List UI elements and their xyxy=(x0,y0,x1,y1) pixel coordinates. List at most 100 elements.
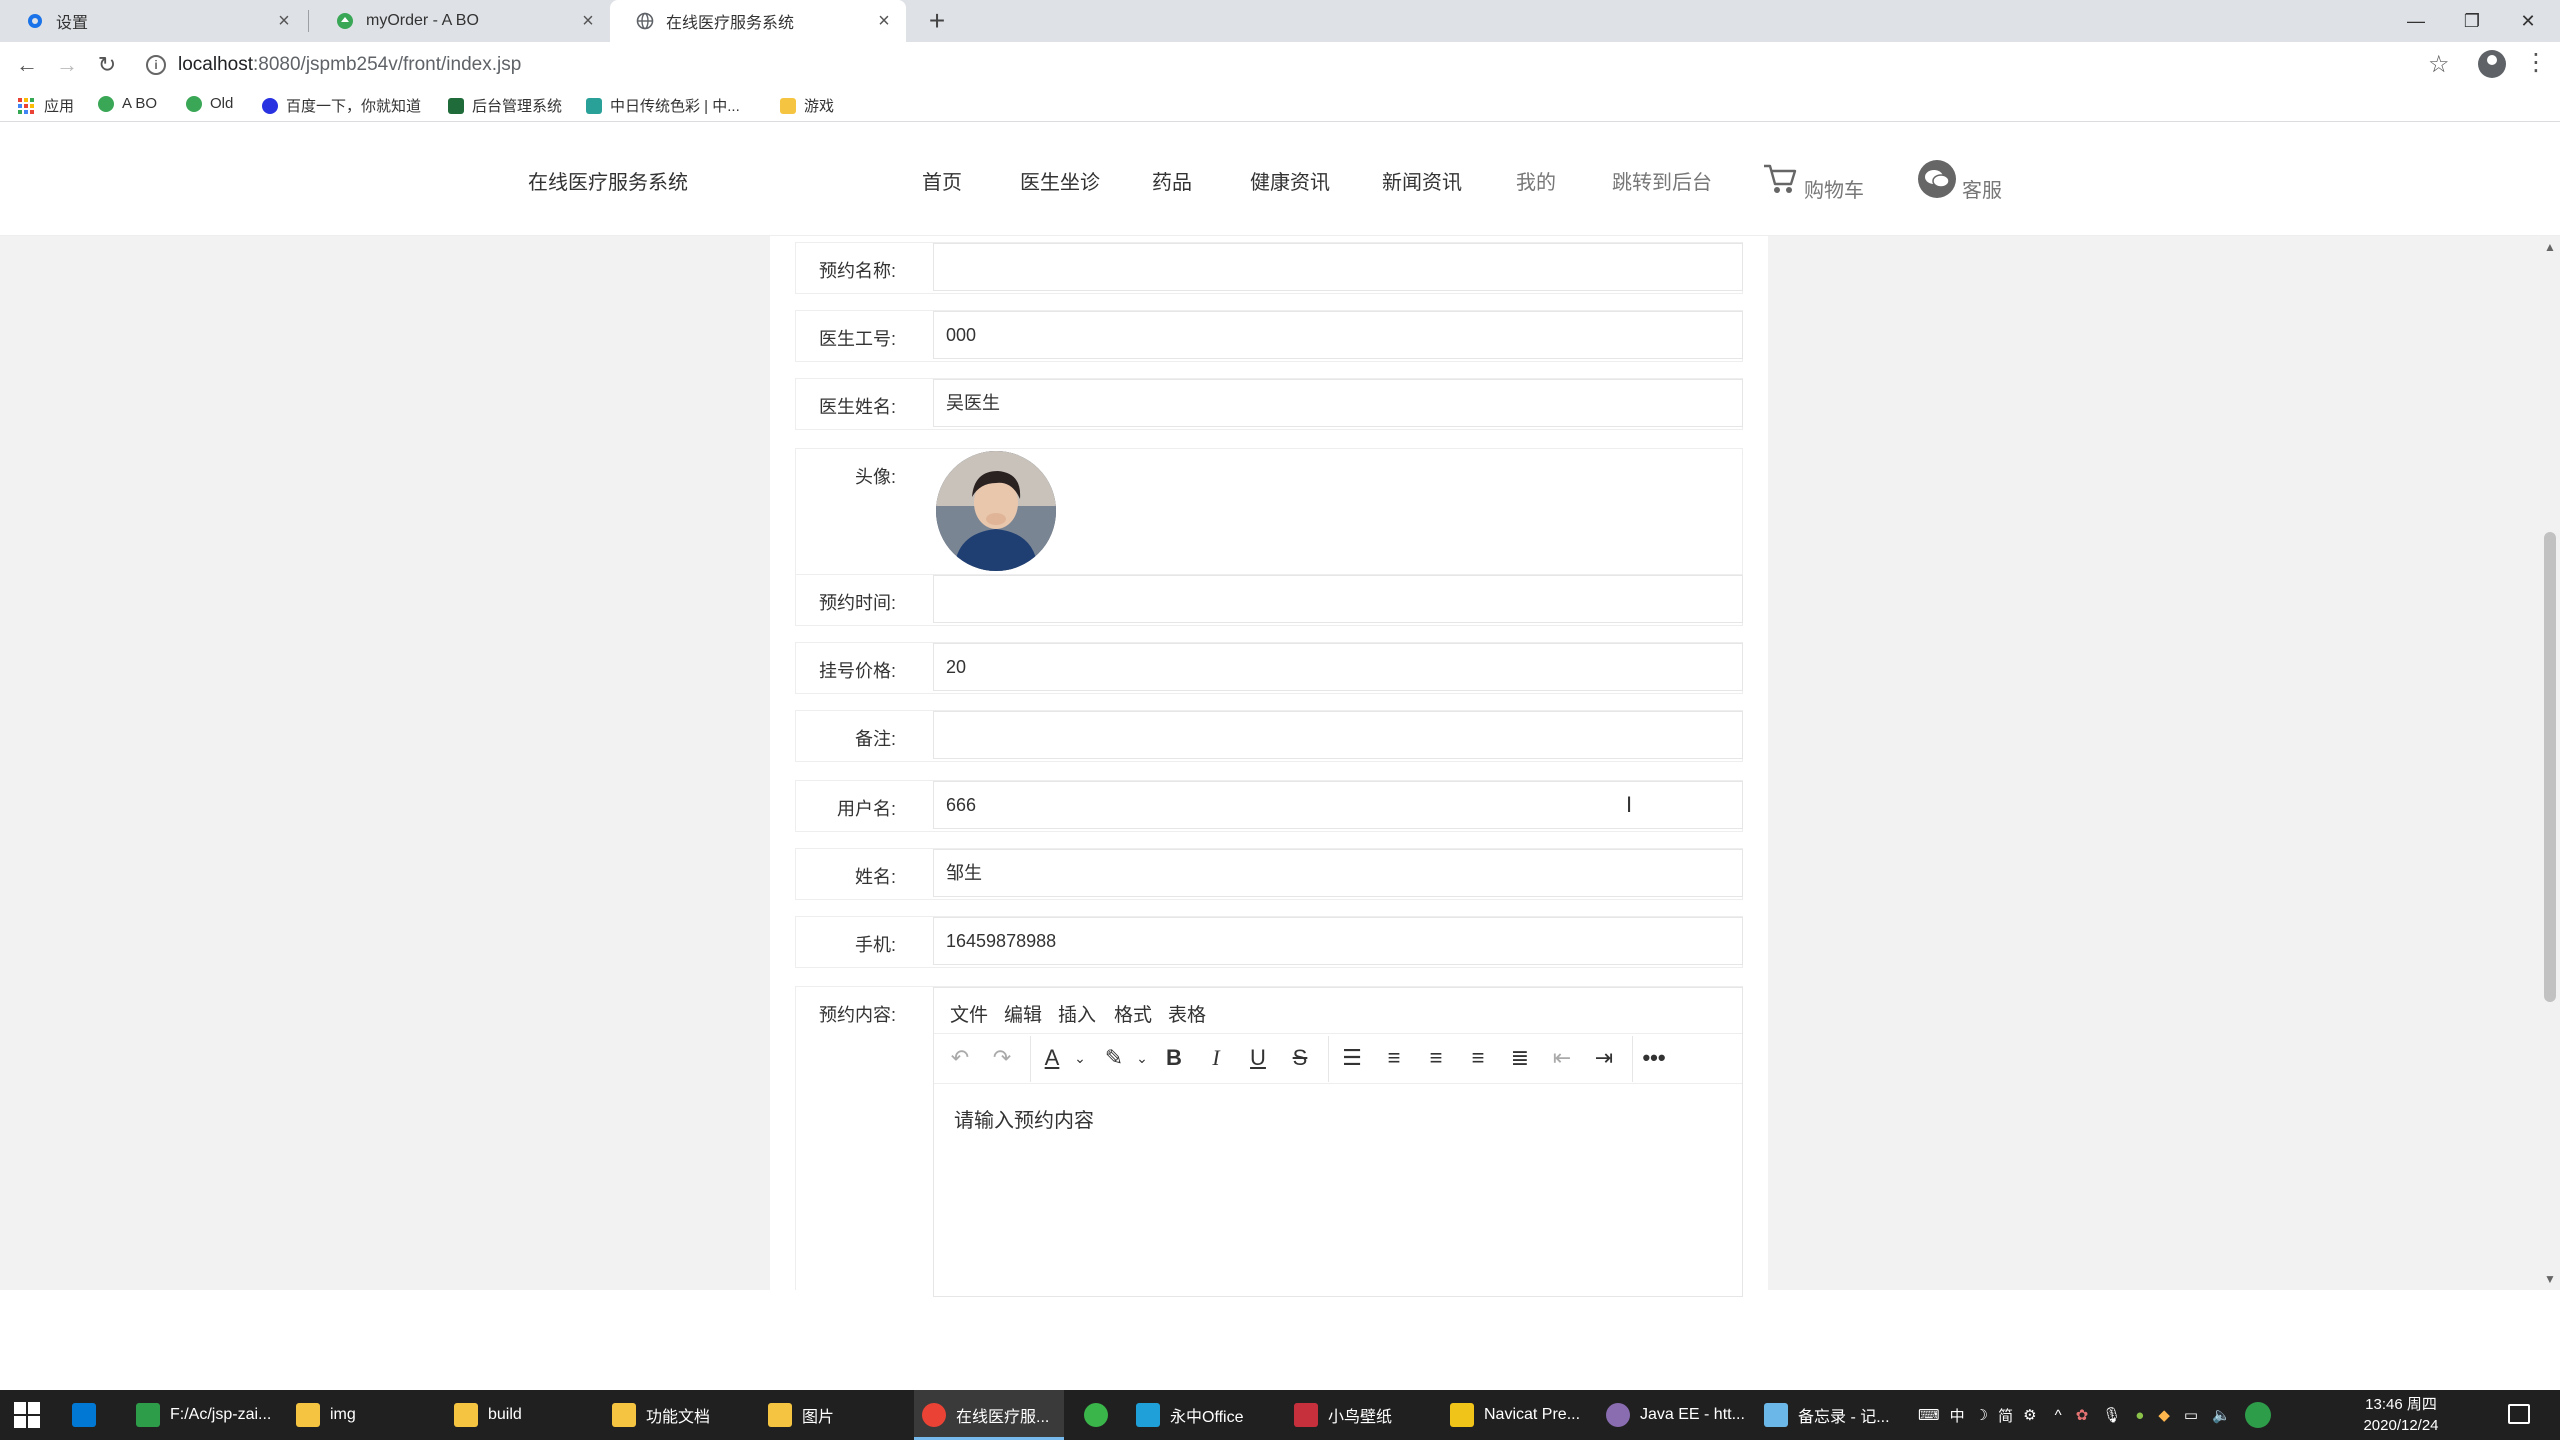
name-input[interactable]: 邹生 xyxy=(933,849,1743,897)
taskbar-item[interactable]: 功能文档 xyxy=(604,1390,754,1440)
bookmark-star-icon[interactable]: ☆ xyxy=(2428,50,2450,79)
minimize-icon[interactable]: — xyxy=(2388,0,2444,42)
new-tab-icon[interactable]: + xyxy=(922,6,952,36)
restore-icon[interactable]: ❐ xyxy=(2444,0,2500,42)
moon-icon[interactable]: ☽ xyxy=(1975,1406,1988,1424)
taskbar-item[interactable] xyxy=(1076,1390,1120,1440)
phone-input[interactable]: 16459878988 xyxy=(933,917,1743,965)
microphone-icon[interactable]: 🎙 xyxy=(2102,1406,2121,1424)
network-icon[interactable]: ▭ xyxy=(2184,1406,2198,1424)
wechat-icon[interactable] xyxy=(1918,160,1956,198)
taskbar-item[interactable]: 备忘录 - 记... xyxy=(1756,1390,1906,1440)
price-input[interactable]: 20 xyxy=(933,643,1743,691)
ime-chinese[interactable]: 中 xyxy=(1950,1405,1965,1426)
site-title[interactable]: 在线医疗服务系统 xyxy=(528,166,688,195)
taskbar-item[interactable]: build xyxy=(446,1390,596,1440)
remark-input[interactable] xyxy=(933,711,1743,759)
notification-icon[interactable] xyxy=(2508,1404,2530,1424)
bookmark-old[interactable]: Old xyxy=(186,95,233,112)
italic-icon[interactable]: I xyxy=(1202,1044,1230,1072)
tab-settings[interactable]: 设置 × xyxy=(0,0,306,42)
settings-icon[interactable]: ⚙ xyxy=(2023,1406,2036,1424)
more-icon[interactable]: ••• xyxy=(1640,1044,1668,1072)
highlight-color-icon[interactable]: ✎ xyxy=(1100,1044,1128,1072)
underline-icon[interactable]: U xyxy=(1244,1044,1272,1072)
bookmark-baidu[interactable]: 百度一下，你就知道 xyxy=(262,95,421,116)
bold-icon[interactable]: B xyxy=(1160,1044,1188,1072)
tab-myorder[interactable]: myOrder - A BO × xyxy=(310,0,610,42)
taskbar-item[interactable]: img xyxy=(288,1390,438,1440)
align-justify-icon[interactable]: ≣ xyxy=(1506,1044,1534,1072)
doctor-name-input[interactable]: 吴医生 xyxy=(933,379,1743,427)
editor-menu-table[interactable]: 表格 xyxy=(1168,1000,1206,1027)
nav-doctor[interactable]: 医生坐诊 xyxy=(1020,166,1100,195)
appointment-time-input[interactable] xyxy=(933,575,1743,623)
chevron-up-icon[interactable]: ^ xyxy=(2055,1407,2062,1424)
keyboard-icon[interactable]: ⌨ xyxy=(1918,1406,1940,1424)
page-scrollbar[interactable]: ▲ ▼ xyxy=(2540,236,2560,1290)
taskbar-item[interactable]: 小鸟壁纸 xyxy=(1286,1390,1436,1440)
editor-menu-file[interactable]: 文件 xyxy=(950,1000,988,1027)
scrollbar-thumb[interactable] xyxy=(2544,532,2556,1002)
window-close-icon[interactable]: ✕ xyxy=(2500,0,2556,42)
doctor-id-input[interactable]: 000 xyxy=(933,311,1743,359)
nav-news[interactable]: 新闻资讯 xyxy=(1382,166,1462,195)
forward-icon[interactable]: → xyxy=(52,50,82,80)
tray-app-icon[interactable]: ● xyxy=(2135,1407,2144,1424)
close-icon[interactable]: × xyxy=(874,11,894,31)
nav-admin[interactable]: 跳转到后台 xyxy=(1612,166,1712,195)
url-text[interactable]: localhost:8080/jspmb254v/front/index.jsp xyxy=(178,54,521,76)
menu-kebab-icon[interactable]: ⋮ xyxy=(2524,48,2548,77)
undo-icon[interactable]: ↶ xyxy=(946,1044,974,1072)
tray-badge-icon[interactable] xyxy=(2244,1402,2271,1428)
outdent-icon[interactable]: ⇤ xyxy=(1548,1044,1576,1072)
close-icon[interactable]: × xyxy=(578,11,598,31)
strikethrough-icon[interactable]: S xyxy=(1286,1044,1314,1072)
taskbar-item[interactable]: Java EE - htt... xyxy=(1598,1390,1748,1440)
scroll-up-icon[interactable]: ▲ xyxy=(2544,240,2556,254)
nav-health-news[interactable]: 健康资讯 xyxy=(1250,166,1330,195)
address-bar[interactable]: i localhost:8080/jspmb254v/front/index.j… xyxy=(136,48,2436,82)
back-icon[interactable]: ← xyxy=(12,50,42,80)
scroll-down-icon[interactable]: ▼ xyxy=(2544,1272,2556,1286)
ime-simplified[interactable]: 简 xyxy=(1998,1405,2013,1426)
close-icon[interactable]: × xyxy=(274,11,294,31)
windows-start-icon[interactable] xyxy=(14,1402,40,1428)
nav-home[interactable]: 首页 xyxy=(922,166,962,195)
chevron-down-icon[interactable]: ⌄ xyxy=(1066,1044,1094,1072)
editor-menu-edit[interactable]: 编辑 xyxy=(1004,1000,1042,1027)
info-icon[interactable]: i xyxy=(146,55,166,75)
tab-medical[interactable]: 在线医疗服务系统 × xyxy=(610,0,906,42)
tray-app-icon[interactable]: ✿ xyxy=(2076,1406,2089,1424)
align-center-icon[interactable]: ≡ xyxy=(1422,1044,1450,1072)
align-right-icon[interactable]: ≡ xyxy=(1464,1044,1492,1072)
editor-content-placeholder[interactable]: 请输入预约内容 xyxy=(954,1104,1094,1133)
taskbar-clock[interactable]: 13:46 周四 2020/12/24 xyxy=(2346,1394,2456,1436)
appointment-name-input[interactable] xyxy=(933,243,1743,291)
cart-icon[interactable] xyxy=(1762,162,1798,196)
text-color-icon[interactable]: A xyxy=(1038,1044,1066,1072)
nav-service[interactable]: 客服 xyxy=(1962,174,2002,203)
redo-icon[interactable]: ↷ xyxy=(988,1044,1016,1072)
bookmark-abo[interactable]: A BO xyxy=(98,95,157,112)
taskbar-item-chrome[interactable]: 在线医疗服... xyxy=(914,1390,1064,1440)
bookmark-admin[interactable]: 后台管理系统 xyxy=(448,95,562,116)
taskbar-store[interactable] xyxy=(72,1390,112,1440)
volume-icon[interactable]: 🔈 xyxy=(2212,1406,2231,1424)
chevron-down-icon[interactable]: ⌄ xyxy=(1128,1044,1156,1072)
nav-mine[interactable]: 我的 xyxy=(1516,166,1556,195)
taskbar-item[interactable]: Navicat Pre... xyxy=(1442,1390,1592,1440)
indent-icon[interactable]: ⇥ xyxy=(1590,1044,1618,1072)
nav-medicine[interactable]: 药品 xyxy=(1152,166,1192,195)
bookmark-apps[interactable]: 应用 xyxy=(18,95,74,116)
align-left-icon[interactable]: ≡ xyxy=(1380,1044,1408,1072)
editor-menu-format[interactable]: 格式 xyxy=(1114,1000,1152,1027)
editor-menu-insert[interactable]: 插入 xyxy=(1058,1000,1096,1027)
nav-cart[interactable]: 购物车 xyxy=(1804,174,1864,203)
profile-avatar-icon[interactable] xyxy=(2478,50,2506,78)
taskbar-item[interactable]: 永中Office xyxy=(1128,1390,1278,1440)
tray-app-icon[interactable]: ◆ xyxy=(2158,1406,2170,1424)
username-input[interactable]: 666 xyxy=(933,781,1743,829)
taskbar-item[interactable]: 图片 xyxy=(760,1390,910,1440)
taskbar-item[interactable]: F:/Ac/jsp-zai... xyxy=(128,1390,274,1440)
